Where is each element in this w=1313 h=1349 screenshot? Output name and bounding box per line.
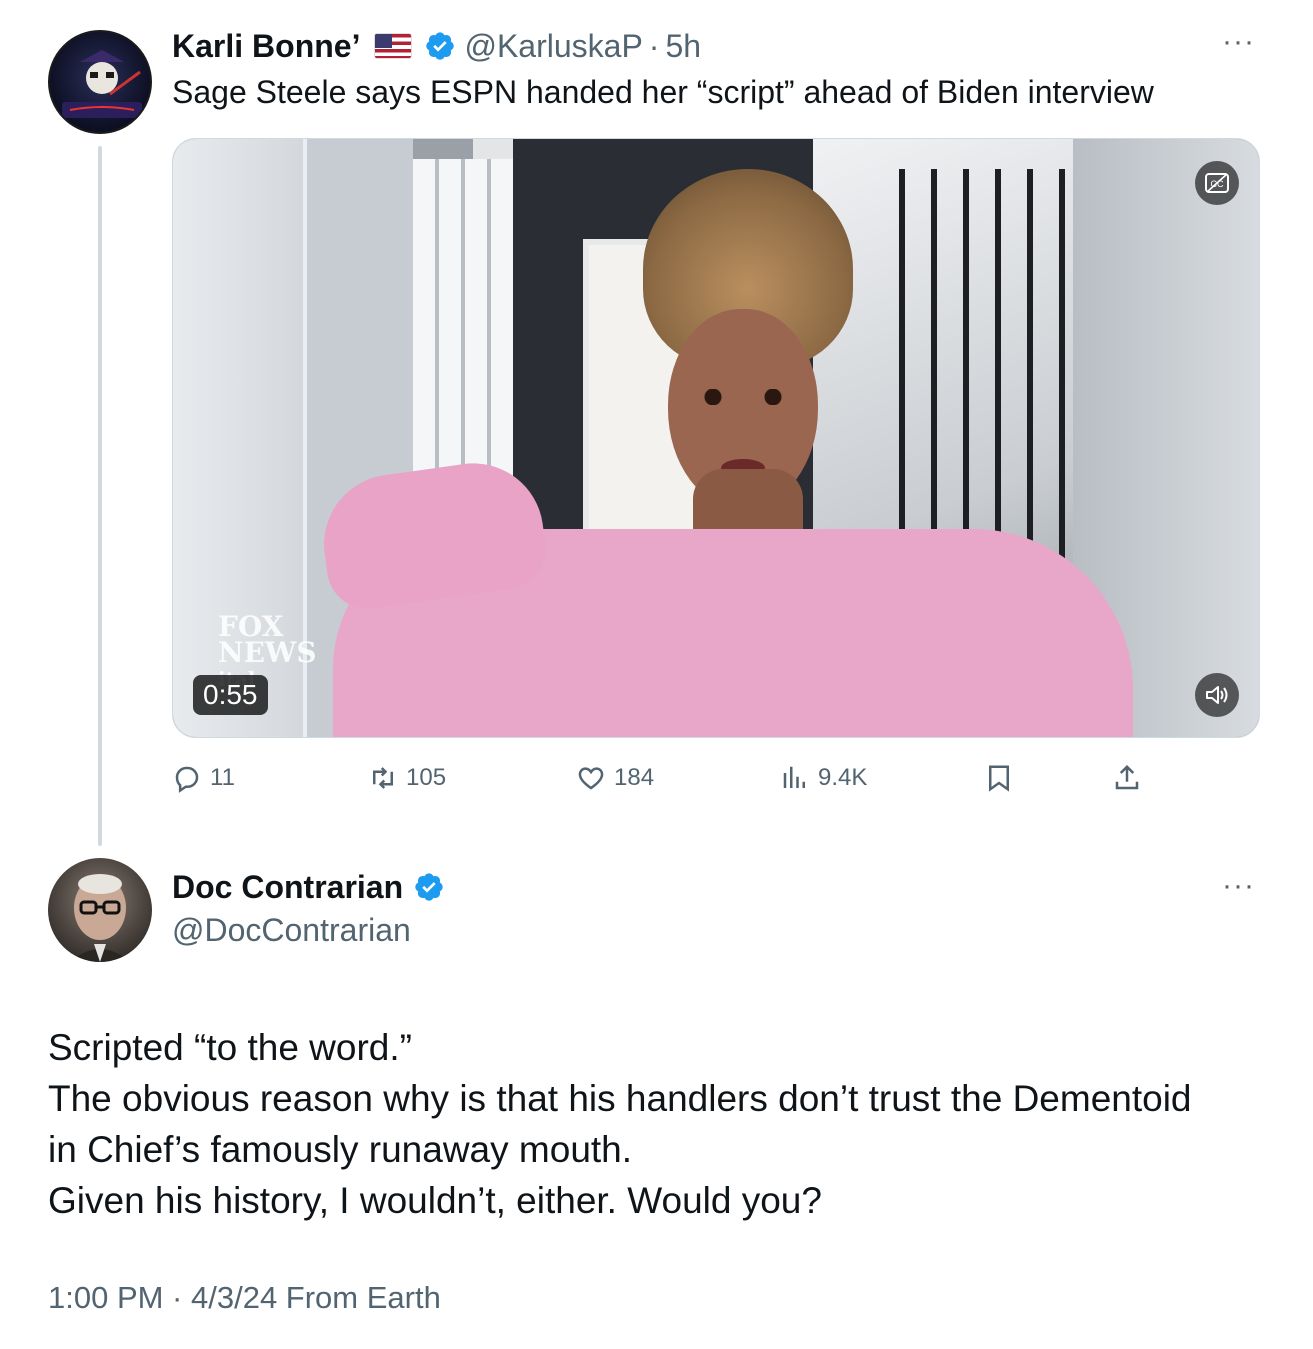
tweet2-text-line: Given his history, I wouldn’t, either. W… xyxy=(48,1180,822,1221)
like-count: 184 xyxy=(614,764,655,791)
more-options-icon[interactable]: ··· xyxy=(1222,27,1255,57)
midnight-rider-avatar-icon xyxy=(62,50,142,118)
tweet2-text-line: in Chief’s famously runaway mouth. xyxy=(48,1129,633,1170)
verified-badge-icon xyxy=(415,873,443,901)
repost-icon xyxy=(373,767,393,789)
repost-button[interactable]: 105 xyxy=(368,754,446,802)
karli-avatar[interactable] xyxy=(48,30,152,134)
separator-dot: · xyxy=(648,27,660,64)
video-duration-badge: 0:55 xyxy=(193,675,268,715)
captions-icon[interactable]: CC xyxy=(1195,161,1239,205)
more-options-icon[interactable]: ··· xyxy=(1222,871,1255,901)
tweet2-header: Doc Contrarian @DocContrarian xyxy=(172,864,445,949)
thread-connector-line xyxy=(98,146,102,846)
tweet1-display-name[interactable]: Karli Bonne’ xyxy=(172,28,360,65)
tweet2-text: Scripted “to the word.” The obvious reas… xyxy=(48,1022,1278,1226)
tweet1-timestamp[interactable]: 5h xyxy=(665,28,701,65)
reply-count: 11 xyxy=(210,764,235,791)
portrait-avatar-icon xyxy=(70,874,130,962)
tweet1-handle[interactable]: @KarluskaP xyxy=(464,28,642,65)
bookmark-icon xyxy=(989,765,1009,792)
reply-icon xyxy=(175,766,199,793)
verified-badge-icon xyxy=(426,32,455,60)
video-scene-railing xyxy=(873,169,1073,589)
tweet2-text-line: The obvious reason why is that his handl… xyxy=(48,1078,1192,1119)
tweet1-header: Karli Bonne’ @KarluskaP · 5h xyxy=(172,24,701,68)
tweet1-action-bar: 11 105 184 9.4K xyxy=(172,754,1272,802)
tweet2-timestamp-meta[interactable]: 1:00 PM · 4/3/24 From Earth xyxy=(48,1280,441,1316)
views-count: 9.4K xyxy=(818,764,868,791)
video-player[interactable]: FOX NEWS ital 0:55 CC xyxy=(172,138,1260,738)
doc-contrarian-avatar[interactable] xyxy=(48,858,152,962)
share-button[interactable] xyxy=(1112,754,1142,802)
us-flag-icon xyxy=(374,33,413,59)
tweet2-handle[interactable]: @DocContrarian xyxy=(172,912,445,949)
like-button[interactable]: 184 xyxy=(576,754,654,802)
volume-icon[interactable] xyxy=(1195,673,1239,717)
share-icon xyxy=(1115,764,1139,790)
heart-icon xyxy=(578,767,604,790)
views-button[interactable]: 9.4K xyxy=(780,754,867,802)
tweet2-display-name[interactable]: Doc Contrarian xyxy=(172,869,403,906)
video-person-eyes xyxy=(693,389,793,405)
views-chart-icon xyxy=(783,766,805,788)
tweet2-text-line: Scripted “to the word.” xyxy=(48,1027,412,1068)
tweet1-text: Sage Steele says ESPN handed her “script… xyxy=(172,74,1154,110)
bookmark-button[interactable] xyxy=(984,754,1014,802)
repost-count: 105 xyxy=(406,764,447,791)
reply-button[interactable]: 11 xyxy=(172,754,235,802)
